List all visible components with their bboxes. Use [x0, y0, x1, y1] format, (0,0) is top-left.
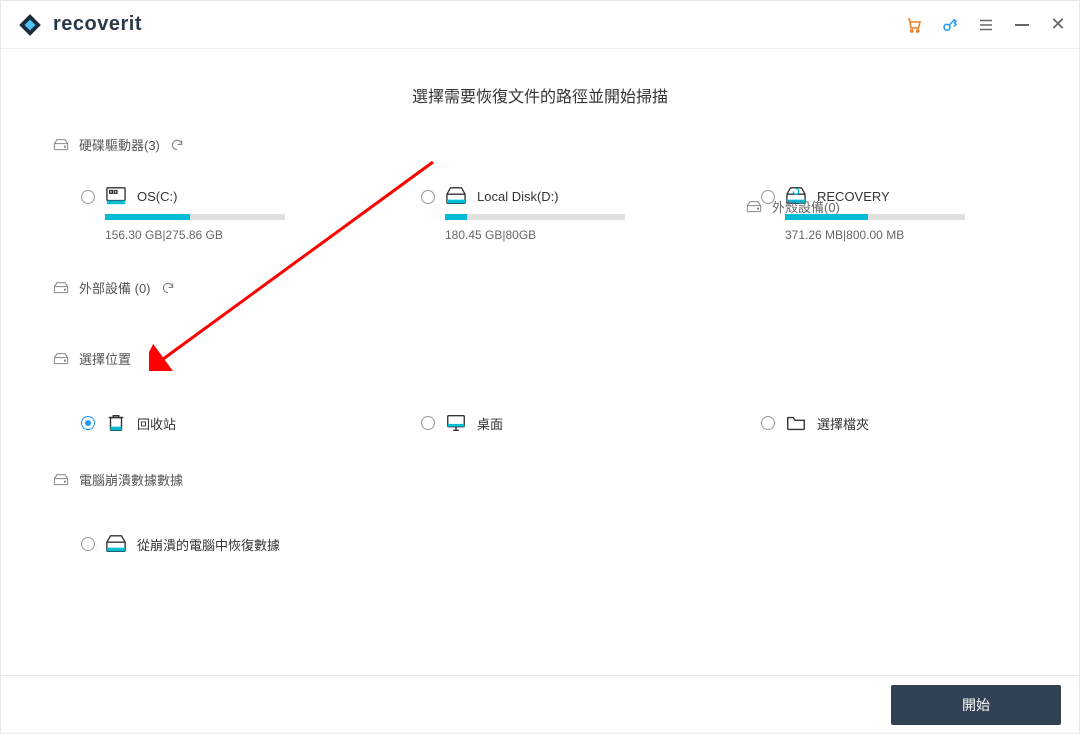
trash-icon [105, 412, 127, 434]
drive-section-icon [53, 281, 69, 295]
drive-section-icon [53, 473, 69, 487]
brand-logo-icon [17, 12, 43, 38]
drive-item-os-c[interactable]: OS(C:) 156.30 GB|275.86 GB [81, 186, 421, 242]
key-icon[interactable] [941, 16, 959, 34]
drive-section-icon [746, 200, 762, 214]
drive-section-icon [53, 352, 69, 366]
location-label: 選擇檔夾 [817, 414, 869, 433]
monitor-icon [445, 412, 467, 434]
footer-bar: 開始 [1, 675, 1079, 733]
drive-name: Local Disk(D:) [477, 189, 559, 204]
drive-name: OS(C:) [137, 189, 177, 204]
section-locations-label: 選擇位置 [79, 349, 131, 368]
location-desktop[interactable]: 桌面 [421, 412, 761, 434]
minimize-button[interactable] [1013, 16, 1031, 34]
drive-size: 180.45 GB|80GB [445, 228, 625, 242]
folder-icon [785, 412, 807, 434]
brand: recoverit [17, 12, 142, 38]
crash-row: 從崩潰的電腦中恢復數據 [53, 493, 1027, 565]
locations-row: 回收站 桌面 選擇檔夾 [53, 372, 1027, 444]
section-crash: 電腦崩潰數據數據 從崩潰的電腦中恢復數據 [1, 470, 1079, 565]
title-bar: recoverit ✕ [1, 1, 1079, 49]
section-crash-header: 電腦崩潰數據數據 [53, 470, 1027, 493]
location-select-folder[interactable]: 選擇檔夾 [761, 412, 869, 434]
page-title: 選擇需要恢復文件的路徑並開始掃描 [1, 49, 1079, 135]
location-label: 桌面 [477, 414, 503, 433]
drive-body: Local Disk(D:) 180.45 GB|80GB [445, 186, 625, 242]
section-hdd: 硬碟驅動器(3) OS(C:) 156.30 GB|275.86 GB [1, 135, 1079, 252]
drive-progress [105, 214, 285, 220]
hdd-drive-icon [105, 533, 127, 555]
location-label: 回收站 [137, 414, 176, 433]
section-crash-label: 電腦崩潰數據數據 [79, 470, 183, 489]
section-hdd-label: 硬碟驅動器(3) [79, 135, 160, 154]
section-external: 外部設備 (0) [1, 278, 1079, 301]
radio-desktop[interactable] [421, 416, 435, 430]
radio-drive-d[interactable] [421, 190, 435, 204]
drive-size: 156.30 GB|275.86 GB [105, 228, 285, 242]
brand-name: recoverit [53, 13, 142, 36]
drive-progress [445, 214, 625, 220]
main-content: 選擇需要恢復文件的路徑並開始掃描 硬碟驅動器(3) OS( [1, 49, 1079, 565]
drive-body: OS(C:) 156.30 GB|275.86 GB [105, 186, 285, 242]
drive-size: 371.26 MB|800.00 MB [785, 228, 965, 242]
radio-select-folder[interactable] [761, 416, 775, 430]
external-inline-row: 外殼設備(0) [746, 197, 840, 216]
close-button[interactable]: ✕ [1049, 16, 1067, 34]
radio-crash-recovery[interactable] [81, 537, 95, 551]
radio-drive-c[interactable] [81, 190, 95, 204]
section-external-header: 外部設備 (0) [53, 278, 1027, 301]
menu-icon[interactable] [977, 16, 995, 34]
drives-row: OS(C:) 156.30 GB|275.86 GB Local Disk(D:… [53, 158, 1027, 252]
location-recycle-bin[interactable]: 回收站 [81, 412, 421, 434]
radio-recycle-bin[interactable] [81, 416, 95, 430]
section-locations: 選擇位置 回收站 桌面 選擇檔夾 [1, 349, 1079, 444]
section-locations-header: 選擇位置 [53, 349, 1027, 372]
refresh-icon[interactable] [170, 138, 184, 152]
ssd-drive-icon [105, 186, 127, 206]
crash-recovery-option[interactable]: 從崩潰的電腦中恢復數據 [81, 533, 280, 555]
drive-item-local-d[interactable]: Local Disk(D:) 180.45 GB|80GB [421, 186, 761, 242]
minimize-icon [1015, 24, 1029, 26]
start-button[interactable]: 開始 [891, 685, 1061, 725]
close-icon: ✕ [1050, 14, 1065, 35]
section-hdd-header: 硬碟驅動器(3) [53, 135, 1027, 158]
external-inline-label: 外殼設備(0) [772, 197, 840, 216]
cart-icon[interactable] [905, 16, 923, 34]
section-external-label: 外部設備 (0) [79, 278, 151, 297]
drive-section-icon [53, 138, 69, 152]
refresh-icon[interactable] [161, 281, 175, 295]
crash-option-label: 從崩潰的電腦中恢復數據 [137, 535, 280, 554]
hdd-drive-icon [445, 186, 467, 206]
titlebar-actions: ✕ [905, 16, 1067, 34]
